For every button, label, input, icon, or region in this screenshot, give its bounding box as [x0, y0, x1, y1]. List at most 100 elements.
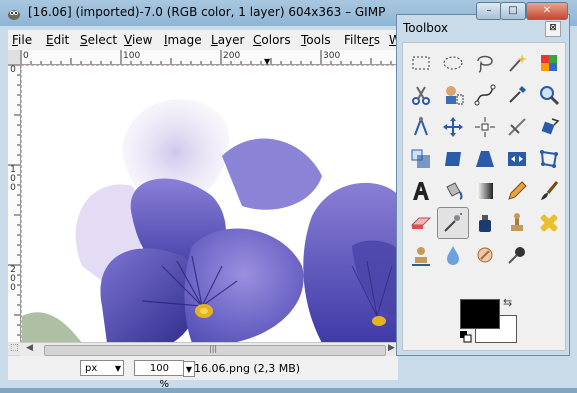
smudge-icon: [477, 247, 493, 263]
tool-rect-select-button[interactable]: [405, 47, 437, 79]
rect-select-icon: [412, 56, 430, 70]
tool-fuzzy-select-button[interactable]: [501, 47, 533, 79]
tool-paths-button[interactable]: [469, 79, 501, 111]
zoom-selector[interactable]: 100 % ▼: [134, 360, 195, 390]
tool-perspective-clone-button[interactable]: [405, 239, 437, 271]
bucket-fill-icon: [446, 182, 463, 200]
measure-icon: [414, 116, 428, 136]
canvas-frame: 0 100 200 300 ▼ 0 100 200 ◀ ||| ▶ ⬚: [8, 50, 399, 356]
quick-mask-icon[interactable]: ⬚: [10, 343, 19, 353]
scroll-right-icon[interactable]: ▶: [388, 343, 395, 353]
tool-pencil-button[interactable]: [501, 175, 533, 207]
tool-smudge-button[interactable]: [469, 239, 501, 271]
grip-icon: |||: [209, 344, 218, 353]
swap-colors-icon[interactable]: ⇆: [503, 296, 512, 309]
tool-cage-transform-button[interactable]: [533, 143, 565, 175]
menu-view[interactable]: View: [124, 33, 152, 47]
tool-ellipse-select-button[interactable]: [437, 47, 469, 79]
paintbrush-icon: [541, 181, 559, 200]
tool-align-button[interactable]: [469, 111, 501, 143]
color-picker-icon: [509, 86, 526, 103]
airbrush-icon: [444, 213, 462, 232]
scroll-left-icon[interactable]: ◀: [26, 343, 33, 353]
menu-select[interactable]: Select: [80, 33, 117, 47]
menu-image[interactable]: Image: [164, 33, 202, 47]
ruler-label: 0: [10, 65, 16, 75]
ruler-label: 0: [23, 51, 29, 61]
tool-measure-button[interactable]: [405, 111, 437, 143]
menu-layer[interactable]: Layer: [211, 33, 244, 47]
tool-shear-button[interactable]: [437, 143, 469, 175]
lasso-icon: [477, 55, 493, 73]
color-select-icon: [541, 55, 557, 71]
foreground-color-swatch-front[interactable]: [460, 299, 500, 329]
perspective-icon: [476, 151, 494, 167]
horizontal-ruler[interactable]: 0 100 200 300 ▼: [20, 50, 398, 66]
tool-ink-button[interactable]: [469, 207, 501, 239]
scrollbar-thumb[interactable]: |||: [44, 344, 386, 356]
perspective-clone-icon: [412, 247, 430, 266]
tool-blend-button[interactable]: [469, 175, 501, 207]
paths-icon: [474, 84, 496, 106]
ruler-label: 200: [223, 51, 241, 61]
pencil-icon: [508, 181, 527, 200]
tool-flip-button[interactable]: [501, 143, 533, 175]
heal-icon: [540, 214, 558, 232]
ruler-ticks-top: [20, 50, 392, 64]
scissors-icon: [412, 86, 430, 105]
unit-selector[interactable]: px ▼: [80, 360, 124, 376]
menu-tools[interactable]: Tools: [301, 33, 331, 47]
tool-lasso-button[interactable]: [469, 47, 501, 79]
tool-paintbrush-button[interactable]: [533, 175, 565, 207]
tool-heal-button[interactable]: [533, 207, 565, 239]
menu-colors[interactable]: Colors: [253, 33, 291, 47]
rotate-icon: [541, 118, 560, 135]
tool-eraser-button[interactable]: [405, 207, 437, 239]
dodge-burn-icon: [508, 247, 525, 264]
close-icon[interactable]: ⊠: [545, 21, 561, 37]
tool-scale-button[interactable]: [405, 143, 437, 175]
horizontal-scrollbar[interactable]: ◀ ||| ▶: [20, 342, 398, 356]
default-colors-icon[interactable]: [460, 331, 472, 343]
shear-icon: [445, 152, 461, 166]
menu-bar: File Edit Select View Image Layer Colors Tools F…: [8, 30, 401, 50]
tool-scissors-button[interactable]: [405, 79, 437, 111]
clone-icon: [511, 213, 523, 231]
ruler-label: 100: [123, 51, 141, 61]
blend-icon: [477, 183, 493, 199]
cage-transform-icon: [540, 150, 558, 168]
tool-bucket-fill-button[interactable]: [437, 175, 469, 207]
ruler-ticks-left: [8, 64, 20, 336]
tool-blur-button[interactable]: [437, 239, 469, 271]
menu-filters[interactable]: Filters: [344, 33, 380, 47]
move-icon: [443, 117, 463, 137]
tool-zoom-button[interactable]: [533, 79, 565, 111]
tool-dodge-burn-button[interactable]: [501, 239, 533, 271]
tool-airbrush-button[interactable]: [437, 207, 469, 239]
tool-text-button[interactable]: [405, 175, 437, 207]
tool-color-select-button[interactable]: [533, 47, 565, 79]
minimize-button[interactable]: –: [476, 2, 502, 20]
vertical-ruler[interactable]: 0 100 200: [8, 64, 21, 342]
tool-color-picker-button[interactable]: [501, 79, 533, 111]
toolbox-window: Toolbox ⊠ ⇆: [396, 14, 570, 356]
foreground-select-icon: [446, 86, 464, 105]
menu-file[interactable]: File: [12, 33, 32, 47]
tool-crop-button[interactable]: [501, 111, 533, 143]
tool-rotate-button[interactable]: [533, 111, 565, 143]
crop-icon: [508, 118, 526, 136]
zoom-value: 100 %: [149, 363, 169, 390]
maximize-button[interactable]: □: [500, 2, 526, 20]
tool-perspective-button[interactable]: [469, 143, 501, 175]
flip-icon: [508, 152, 526, 166]
tool-foreground-select-button[interactable]: [437, 79, 469, 111]
tool-grid: ⇆: [402, 42, 566, 351]
eraser-icon: [410, 217, 432, 229]
menu-edit[interactable]: Edit: [46, 33, 69, 47]
image-canvas[interactable]: [21, 65, 399, 343]
tool-move-button[interactable]: [437, 111, 469, 143]
tool-clone-button[interactable]: [501, 207, 533, 239]
toolbox-title: Toolbox: [403, 21, 448, 35]
ruler-corner[interactable]: [8, 50, 20, 64]
close-button[interactable]: ✕: [526, 2, 568, 20]
